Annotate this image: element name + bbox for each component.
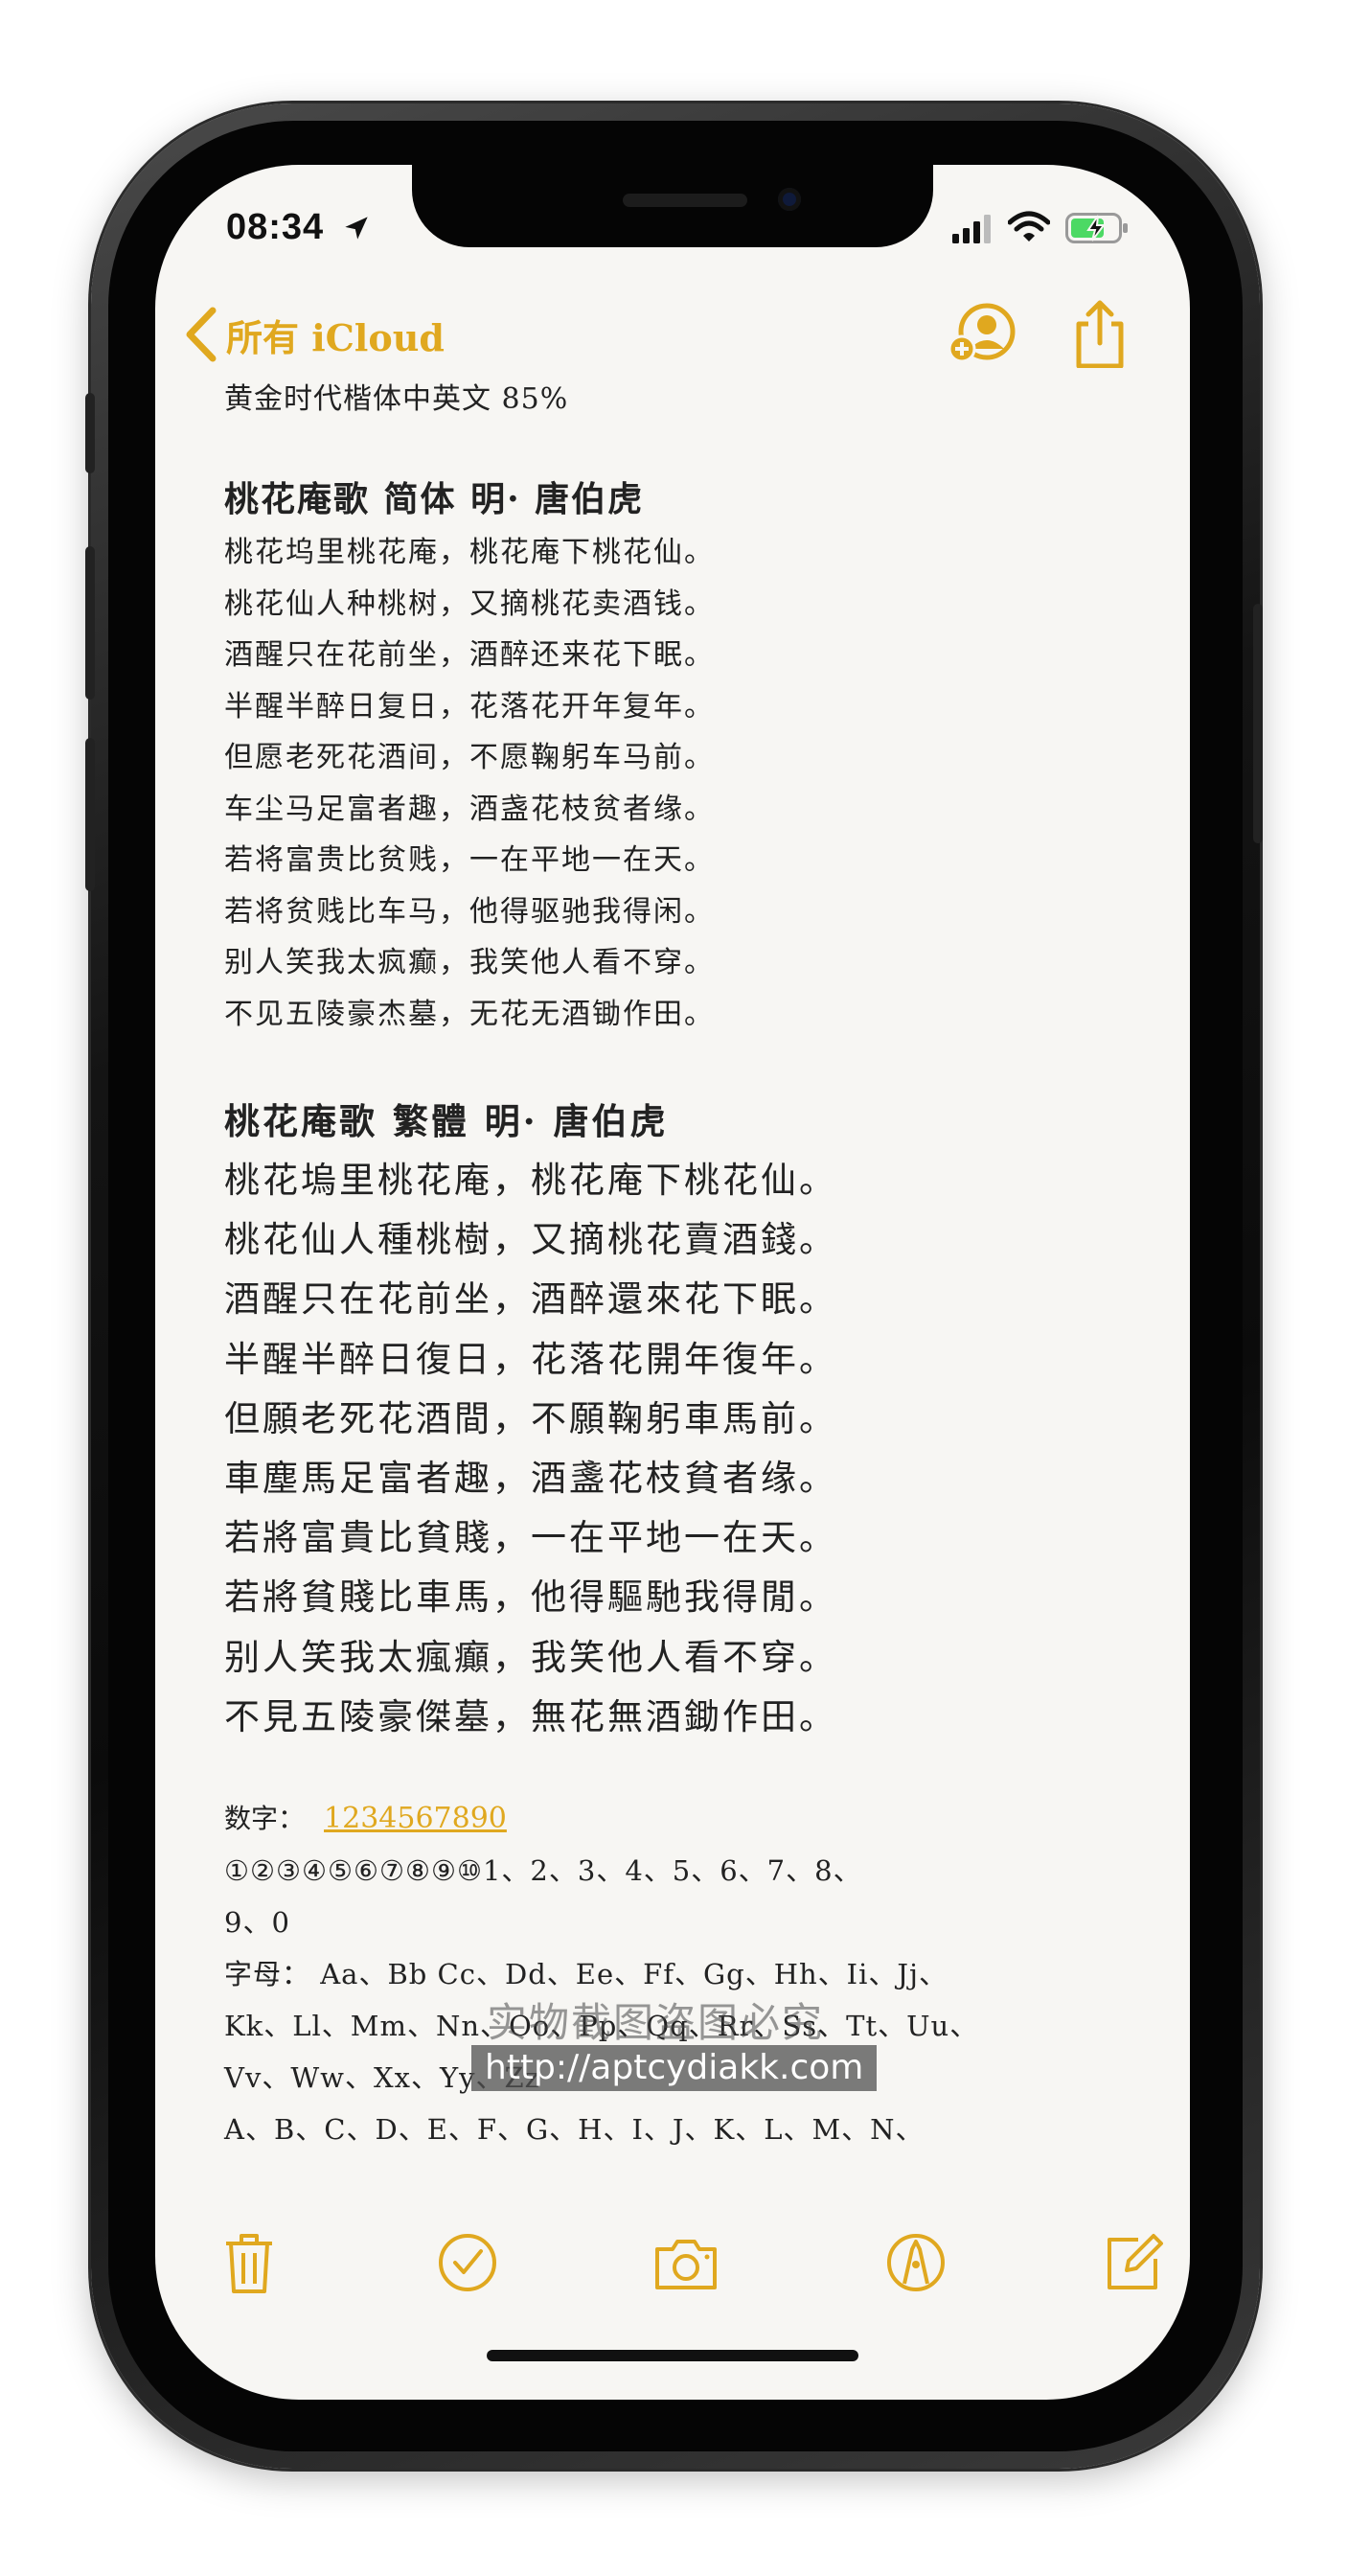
location-arrow-icon [345,217,368,240]
notch [412,165,933,247]
poem-line: 若將貧賤比車馬，他得驅馳我得閒。 [224,1576,837,1619]
simplified-poem: 桃花坞里桃花庵，桃花庵下桃花仙。 桃花仙人种桃树，又摘桃花卖酒钱。 酒醒只在花前… [224,527,1144,1040]
markup-pen-icon[interactable] [883,2230,948,2295]
poem-line: 桃花仙人种桃树，又摘桃花卖酒钱。 [224,586,715,621]
note-body[interactable]: 黄金时代楷体中英文 85% 桃花庵歌 简体 明· 唐伯虎 桃花坞里桃花庵，桃花庵… [224,376,1144,2155]
volume-up-button [85,546,95,700]
letters-line: A、B、C、D、E、F、G、H、I、J、K、L、M、N、 [224,2112,925,2146]
simplified-heading: 桃花庵歌 简体 明· 唐伯虎 [224,479,645,519]
wifi-icon [1008,211,1050,242]
poem-line: 但愿老死花酒间，不愿鞠躬车马前。 [224,741,715,774]
home-indicator[interactable] [487,2350,858,2361]
cellular-signal-icon [952,215,991,243]
digits-line: ①②③④⑤⑥⑦⑧⑨⑩1、2、3、4、5、6、7、8、 [224,1853,862,1887]
poem-line: 桃花仙人種桃樹，又摘桃花賣酒錢。 [224,1219,837,1261]
poem-line: 若將富貴比貧賤，一在平地一在天。 [224,1517,837,1559]
back-button[interactable]: 所有 iCloud [184,307,445,362]
poem-line: 若将贫贱比车马，他得驱驰我得闲。 [224,894,715,929]
poem-line: 半醒半醉日復日，花落花開年復年。 [224,1338,837,1380]
share-icon[interactable] [1062,299,1138,368]
traditional-heading: 桃花庵歌 繁體 明· 唐伯虎 [224,1100,669,1142]
poem-line: 车尘马足富者趣，酒盏花枝贫者缘。 [224,792,715,826]
traditional-poem: 桃花塢里桃花庵，桃花庵下桃花仙。 桃花仙人種桃樹，又摘桃花賣酒錢。 酒醒只在花前… [224,1151,1144,1747]
checklist-icon[interactable] [435,2230,500,2295]
front-camera [778,188,801,211]
poem-line: 别人笑我太疯癫，我笑他人看不穿。 [224,946,715,979]
speaker-grille [623,194,747,207]
add-people-icon[interactable] [943,299,1019,368]
compose-icon[interactable] [1100,2230,1165,2295]
watermark-url: http://aptcydiakk.com [471,2045,878,2091]
poem-line: 半醒半醉日复日，花落花开年复年。 [224,689,715,724]
poem-line: 不見五陵豪傑墓，無花無酒鋤作田。 [224,1695,837,1737]
mute-switch [85,393,95,473]
watermark-text: 实物截图盗图必究 [487,1999,825,2046]
digits-link[interactable]: 1234567890 [324,1793,507,1845]
status-time: 08:34 [226,207,325,247]
camera-icon[interactable] [651,2230,720,2295]
note-title: 黄金时代楷体中英文 85% [224,382,569,416]
chevron-left-icon [186,307,217,362]
poem-line: 車塵馬足富者趣，酒盞花枝貧者缘。 [224,1457,837,1499]
poem-line: 桃花塢里桃花庵，桃花庵下桃花仙。 [224,1160,837,1201]
trash-icon[interactable] [217,2230,282,2295]
poem-line: 桃花坞里桃花庵，桃花庵下桃花仙。 [224,536,715,569]
volume-down-button [85,738,95,891]
poem-line: 不见五陵豪杰墓，无花无酒锄作田。 [224,997,715,1031]
back-button-label: 所有 iCloud [226,315,445,359]
screen: 08:34 所有 iCloud 黄金时代楷体中英文 85% 桃花庵歌 简体 明·… [155,165,1190,2400]
poem-line: 若将富贵比贫贱，一在平地一在天。 [224,843,715,877]
poem-line: 酒醒只在花前坐，酒醉還來花下眠。 [224,1278,837,1321]
power-button [1253,604,1263,843]
digits-label: 数字： [224,1802,306,1834]
poem-line: 酒醒只在花前坐，酒醉还来花下眠。 [224,638,715,672]
battery-charging-icon [1065,213,1128,243]
digits-row: 数字： 1234567890 [224,1793,1144,1845]
poem-line: 别人笑我太瘋癲，我笑他人看不穿。 [224,1636,837,1678]
poem-line: 但願老死花酒間，不願鞠躬車馬前。 [224,1397,837,1439]
digits-line: 9、0 [224,1905,290,1939]
